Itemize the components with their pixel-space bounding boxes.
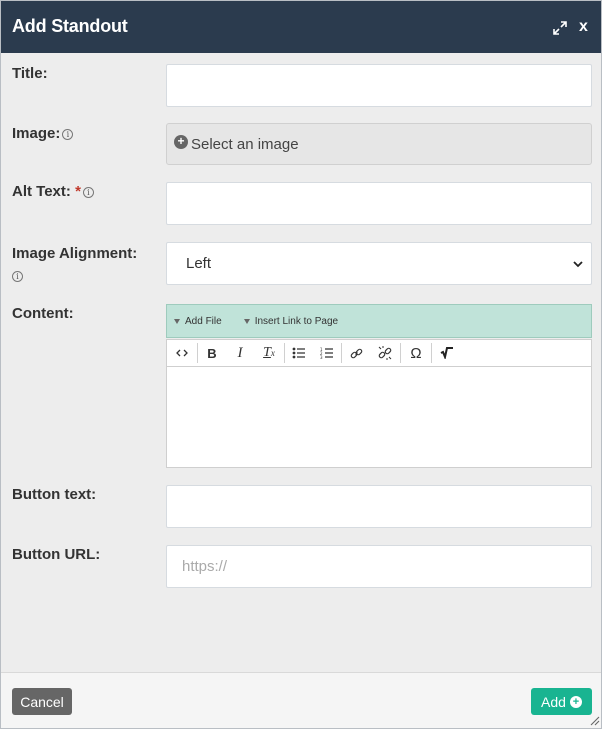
image-alignment-label-text: Image Alignment: [12,245,138,262]
bold-icon[interactable]: B [198,343,226,363]
plus-circle-icon: + [569,695,582,708]
content-editor[interactable] [166,367,592,468]
cancel-button[interactable]: Cancel [12,688,72,715]
cancel-label: Cancel [20,693,64,710]
link-icon[interactable] [342,343,370,363]
alt-text-input[interactable] [166,182,592,225]
italic-icon[interactable]: I [226,343,254,363]
image-alignment-select[interactable]: Left [166,242,592,285]
insert-link-label: Insert Link to Page [254,315,339,327]
insert-link-button[interactable]: Insert Link to Page [243,315,339,327]
button-url-input[interactable] [166,545,592,588]
button-url-label: Button URL: [12,546,101,563]
chevron-down-icon [573,260,583,267]
info-icon[interactable]: i [62,128,74,140]
button-text-input[interactable] [166,485,592,528]
numbered-list-icon[interactable]: 123 [313,343,341,363]
content-label: Content: [12,305,74,322]
dropdown-triangle-icon [243,318,250,324]
add-file-label: Add File [185,315,222,327]
info-icon[interactable]: i [12,270,23,282]
plus-circle-icon: + [174,135,188,149]
source-code-icon[interactable] [167,343,197,363]
image-alignment-label: Image Alignment: i [12,243,137,287]
image-label-text: Image: [12,125,61,142]
expand-arrows-icon[interactable] [553,21,567,35]
info-icon[interactable]: i [82,186,94,198]
editor-toolbar: B I Tx 123 Ω [166,339,592,367]
dialog-titlebar: Add Standout x [1,1,601,53]
add-label: Add [541,693,566,710]
close-button[interactable]: x [579,18,588,36]
svg-text:3: 3 [320,355,323,359]
add-standout-dialog: Add Standout x Title: Image: i + Select a… [0,0,602,729]
dialog-title: Add Standout [12,16,128,36]
unlink-icon[interactable] [370,343,400,363]
dialog-footer: Cancel Add + [1,672,601,728]
math-icon[interactable] [432,343,462,363]
required-marker: * [75,183,81,200]
title-input[interactable] [166,64,592,107]
alt-text-label-text: Alt Text: [12,183,71,200]
remove-format-icon[interactable]: Tx [254,343,284,363]
content-toolbar: Add File Insert Link to Page [166,304,592,338]
button-text-label: Button text: [12,486,97,503]
special-character-icon[interactable]: Ω [401,343,431,363]
alt-text-label: Alt Text: * i [12,183,94,200]
image-alignment-value: Left [186,255,212,272]
add-button[interactable]: Add + [531,688,592,715]
image-label: Image: i [12,125,74,142]
select-image-label: Select an image [191,135,299,153]
title-label: Title: [12,65,48,82]
bulleted-list-icon[interactable] [285,343,313,363]
select-image-button[interactable]: + Select an image [166,123,592,165]
resize-grip-icon[interactable] [589,715,600,726]
dropdown-triangle-icon [174,318,180,324]
add-file-button[interactable]: Add File [174,316,222,327]
